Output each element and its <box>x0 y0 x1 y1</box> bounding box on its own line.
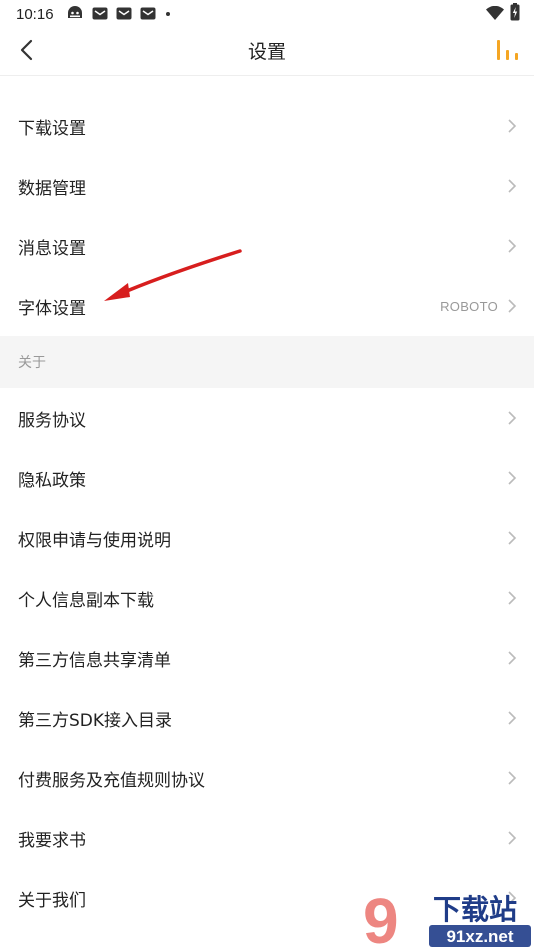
status-notification-icons <box>66 4 170 24</box>
chevron-right-icon <box>506 829 518 847</box>
list-item-personal-info-download[interactable]: 个人信息副本下载 <box>0 568 534 628</box>
back-button[interactable] <box>10 36 42 68</box>
item-label: 第三方SDK接入目录 <box>18 710 173 731</box>
list-item-font-settings[interactable]: 字体设置 ROBOTO <box>0 276 534 336</box>
list-item-third-party-sdk[interactable]: 第三方SDK接入目录 <box>0 688 534 748</box>
item-label: 权限申请与使用说明 <box>18 530 171 551</box>
bar-chart-icon <box>496 39 520 65</box>
item-label: 隐私政策 <box>18 470 86 491</box>
chevron-right-icon <box>506 709 518 727</box>
mail-icon <box>140 5 156 24</box>
nav-bar: 设置 <box>0 28 534 76</box>
chevron-right-icon <box>506 769 518 787</box>
chevron-right-icon <box>506 237 518 255</box>
item-label: 下载设置 <box>18 118 86 139</box>
list-item-message-settings[interactable]: 消息设置 <box>0 216 534 276</box>
section-label: 关于 <box>18 355 46 371</box>
about-list: 服务协议 隐私政策 权限申请与使用说明 个人信息副本下载 第三方信息共享清单 第… <box>0 388 534 928</box>
wifi-icon <box>486 5 504 24</box>
status-time: 10:16 <box>16 5 54 23</box>
battery-charging-icon <box>510 3 520 25</box>
chevron-right-icon <box>506 297 518 315</box>
chevron-right-icon <box>506 469 518 487</box>
chevron-right-icon <box>506 177 518 195</box>
chevron-left-icon <box>19 39 33 65</box>
item-label: 关于我们 <box>18 890 86 911</box>
list-item-service-agreement[interactable]: 服务协议 <box>0 388 534 448</box>
list-item-download-settings[interactable]: 下载设置 <box>0 96 534 156</box>
android-robot-icon <box>66 4 84 24</box>
item-label: 消息设置 <box>18 238 86 259</box>
font-value: ROBOTO <box>440 298 498 314</box>
notification-dot-icon <box>165 12 170 16</box>
chevron-right-icon <box>506 589 518 607</box>
status-system-icons <box>486 3 520 25</box>
list-item-privacy-policy[interactable]: 隐私政策 <box>0 448 534 508</box>
list-item-third-party-sharing[interactable]: 第三方信息共享清单 <box>0 628 534 688</box>
item-label: 数据管理 <box>18 178 86 199</box>
item-label: 第三方信息共享清单 <box>18 650 171 671</box>
watermark-site: 91xz.net <box>446 927 513 946</box>
list-item-permissions[interactable]: 权限申请与使用说明 <box>0 508 534 568</box>
chevron-right-icon <box>506 889 518 907</box>
list-item-data-management[interactable]: 数据管理 <box>0 156 534 216</box>
chevron-right-icon <box>506 649 518 667</box>
list-item-about-us[interactable]: 关于我们 <box>0 868 534 928</box>
chevron-right-icon <box>506 117 518 135</box>
list-item-book-request[interactable]: 我要求书 <box>0 808 534 868</box>
item-label: 个人信息副本下载 <box>18 590 154 611</box>
item-label: 我要求书 <box>18 830 86 851</box>
settings-list: 下载设置 数据管理 消息设置 字体设置 ROBOTO <box>0 96 534 336</box>
mail-icon <box>116 5 132 24</box>
mail-icon <box>92 5 108 24</box>
section-header-about: 关于 <box>0 336 534 388</box>
page-title: 设置 <box>247 41 286 63</box>
chevron-right-icon <box>506 409 518 427</box>
status-bar: 10:16 <box>0 0 534 28</box>
list-item-paid-service-agreement[interactable]: 付费服务及充值规则协议 <box>0 748 534 808</box>
item-label: 付费服务及充值规则协议 <box>18 770 205 791</box>
item-label: 字体设置 <box>18 298 86 319</box>
item-label: 服务协议 <box>18 410 86 431</box>
stats-button[interactable] <box>492 36 524 68</box>
chevron-right-icon <box>506 529 518 547</box>
